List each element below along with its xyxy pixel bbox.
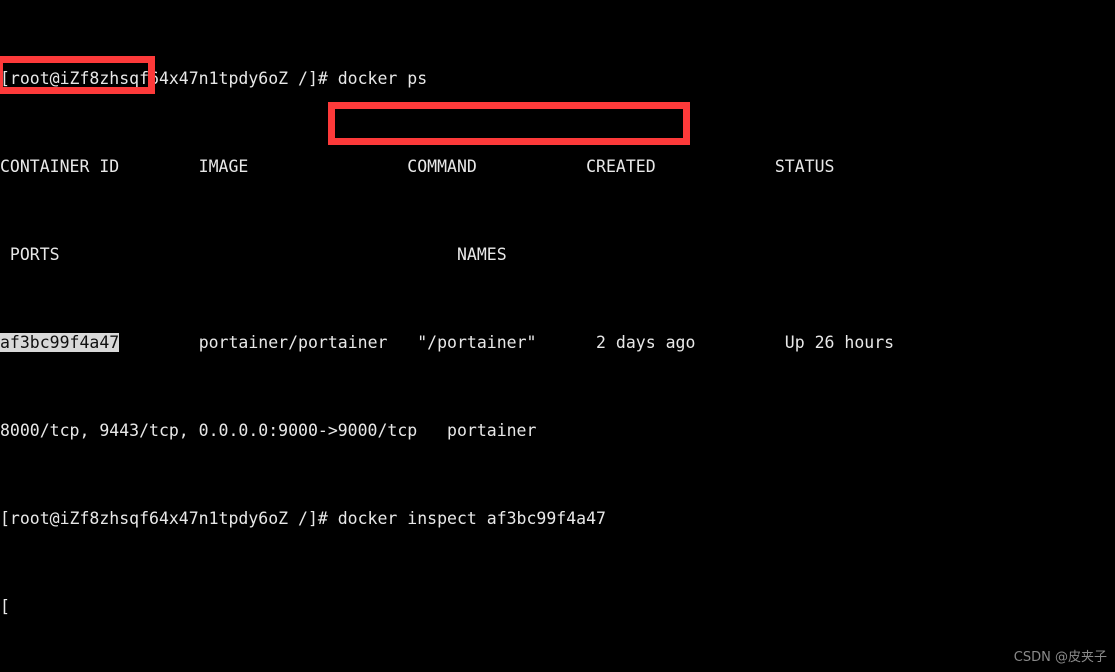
terminal-line-ps-ports: 8000/tcp, 9443/tcp, 0.0.0.0:9000->9000/t… <box>0 420 1115 442</box>
ps-row-rest: portainer/portainer "/portainer" 2 days … <box>119 333 895 352</box>
terminal-window[interactable]: [root@iZf8zhsqf64x47n1tpdy6oZ /]# docker… <box>0 0 1115 672</box>
terminal-line-prompt-docker-inspect: [root@iZf8zhsqf64x47n1tpdy6oZ /]# docker… <box>0 508 1115 530</box>
terminal-line-ps-row: af3bc99f4a47 portainer/portainer "/porta… <box>0 332 1115 354</box>
terminal-line-ps-headers-wrap: PORTS NAMES <box>0 244 1115 266</box>
selected-container-id[interactable]: af3bc99f4a47 <box>0 333 120 352</box>
ps-header-row-wrap: PORTS NAMES <box>0 245 507 264</box>
json-open-bracket: [ <box>0 597 10 616</box>
terminal-line-prompt-docker-ps: [root@iZf8zhsqf64x47n1tpdy6oZ /]# docker… <box>0 68 1115 90</box>
csdn-watermark: CSDN @皮夹子 <box>1013 650 1107 665</box>
ps-ports-row: 8000/tcp, 9443/tcp, 0.0.0.0:9000->9000/t… <box>0 421 537 440</box>
terminal-output[interactable]: [root@iZf8zhsqf64x47n1tpdy6oZ /]# docker… <box>0 0 1115 672</box>
prompt-text: [root@iZf8zhsqf64x47n1tpdy6oZ /]# docker… <box>0 69 428 88</box>
ps-header-row: CONTAINER ID IMAGE COMMAND CREATED STATU… <box>0 157 835 176</box>
terminal-line-ps-headers: CONTAINER ID IMAGE COMMAND CREATED STATU… <box>0 156 1115 178</box>
terminal-line-json-open-bracket: [ <box>0 596 1115 618</box>
prompt-inspect-text: [root@iZf8zhsqf64x47n1tpdy6oZ /]# docker… <box>0 509 606 528</box>
